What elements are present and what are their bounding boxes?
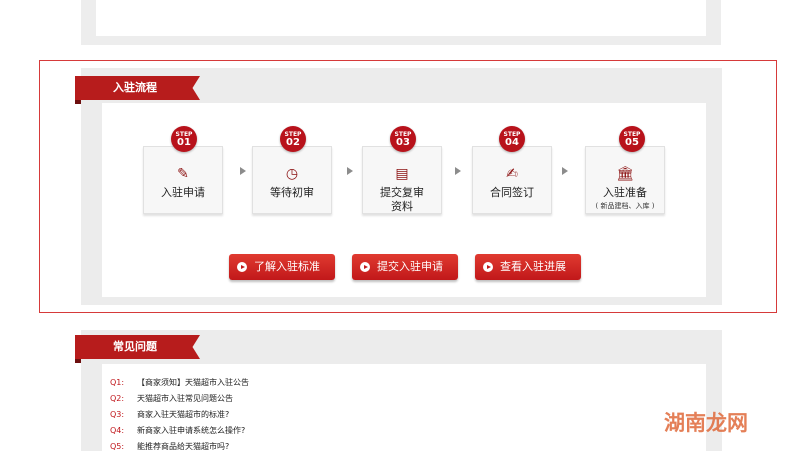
faq-item[interactable]: Q3: 商家入驻天猫超市的标准? — [110, 409, 229, 421]
step-label: 入驻准备 — [603, 186, 647, 199]
arrow-right-icon — [562, 167, 568, 175]
play-icon — [237, 262, 247, 272]
step-card-submit-docs[interactable]: ▤ 提交复审 资料 — [362, 146, 442, 214]
contract-icon: ✍ — [506, 166, 518, 182]
step-label: 等待初审 — [270, 186, 314, 199]
watermark-logo: 湖南龙网 — [664, 411, 748, 435]
process-title-ribbon: 入驻流程 — [75, 76, 200, 100]
process-title: 入驻流程 — [113, 81, 157, 94]
step-badge: STEP 01 — [171, 126, 197, 152]
faq-title-ribbon: 常见问题 — [75, 335, 200, 359]
play-icon — [360, 262, 370, 272]
step-sublabel: ( 新品建档、入库 ) — [595, 202, 655, 210]
step-label: 入驻申请 — [161, 186, 205, 199]
pen-icon: ✎ — [177, 166, 189, 182]
faq-title: 常见问题 — [113, 340, 157, 353]
ribbon-fold — [75, 100, 81, 104]
step-card-contract[interactable]: ✍ 合同签订 — [472, 146, 552, 214]
arrow-right-icon — [455, 167, 461, 175]
step-card-apply[interactable]: ✎ 入驻申请 — [143, 146, 223, 214]
step-badge: STEP 04 — [499, 126, 525, 152]
step-label: 提交复审 — [380, 186, 424, 199]
arrow-right-icon — [240, 167, 246, 175]
step-label-line2: 资料 — [391, 200, 413, 213]
step-card-review[interactable]: ◷ 等待初审 — [252, 146, 332, 214]
step-label: 合同签订 — [490, 186, 534, 199]
arrow-right-icon — [347, 167, 353, 175]
faq-item[interactable]: Q2: 天猫超市入驻常见问题公告 — [110, 393, 233, 405]
check-progress-button[interactable]: 查看入驻进展 — [475, 254, 581, 280]
faq-item[interactable]: Q1: 【商家须知】天猫超市入驻公告 — [110, 377, 249, 389]
step-card-prepare[interactable]: 🏛 入驻准备 ( 新品建档、入库 ) — [585, 146, 665, 214]
step-badge: STEP 03 — [390, 126, 416, 152]
faq-item[interactable]: Q5: 能推荐商品给天猫超市吗? — [110, 441, 229, 453]
previous-section-content — [96, 0, 706, 36]
step-badge: STEP 05 — [619, 126, 645, 152]
learn-standards-button[interactable]: 了解入驻标准 — [229, 254, 335, 280]
building-icon: 🏛 — [616, 166, 634, 182]
faq-item[interactable]: Q4: 新商家入驻申请系统怎么操作? — [110, 425, 245, 437]
document-icon: ▤ — [395, 166, 409, 182]
clock-icon: ◷ — [285, 166, 299, 182]
play-icon — [483, 262, 493, 272]
step-badge: STEP 02 — [280, 126, 306, 152]
submit-application-button[interactable]: 提交入驻申请 — [352, 254, 458, 280]
ribbon-fold — [75, 359, 81, 363]
